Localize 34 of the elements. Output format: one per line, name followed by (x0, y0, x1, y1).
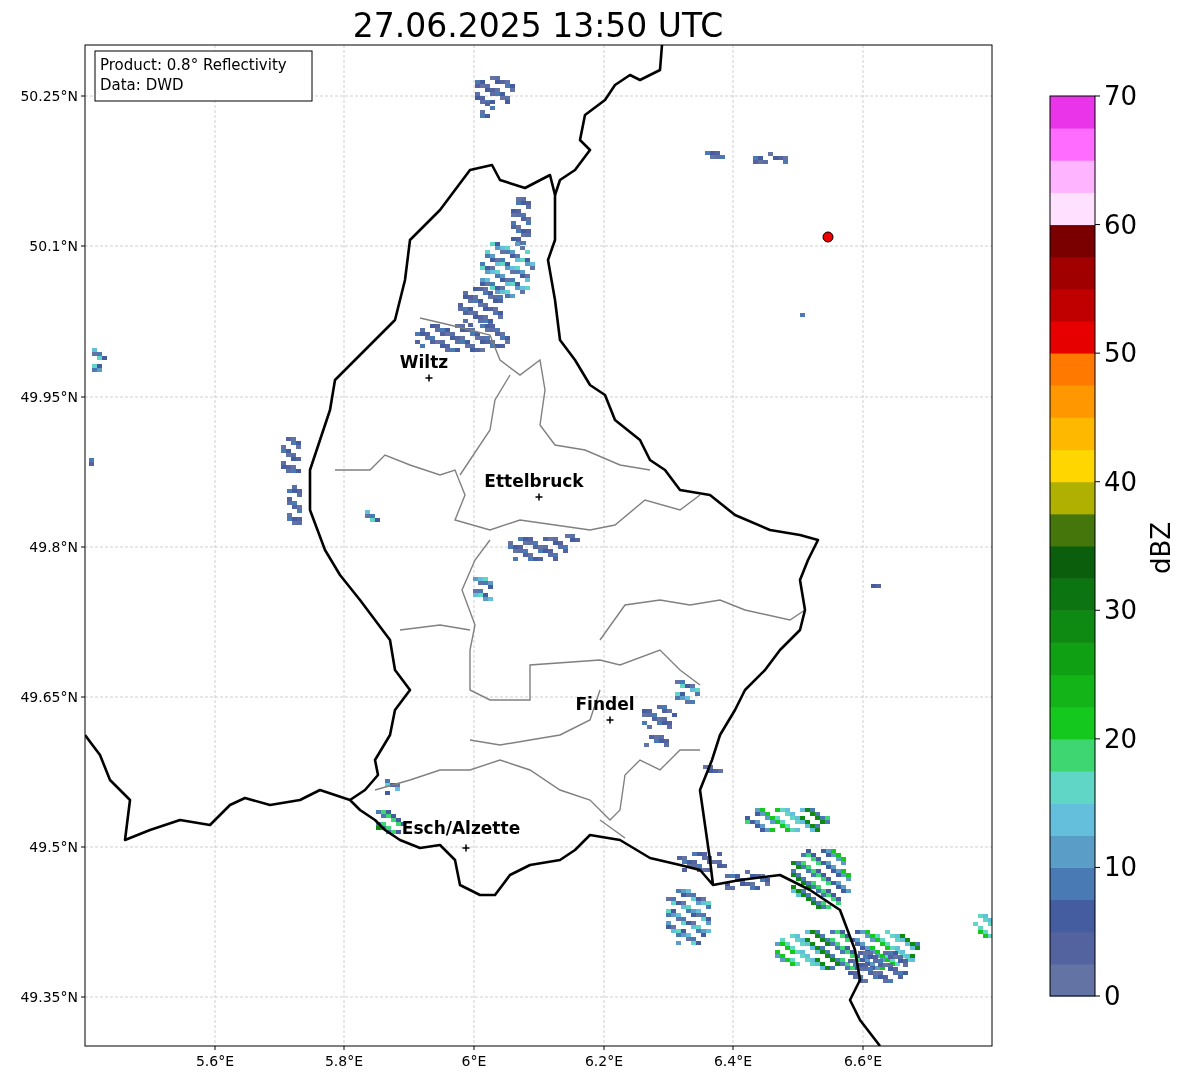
longitude-tick-label: 6.4°E (713, 1053, 753, 1069)
latitude-tick-label: 50.1°N (29, 238, 78, 254)
latitude-tick-label: 50.25°N (20, 88, 78, 104)
colorbar-tick-label: 40 (1104, 466, 1138, 497)
colorbar-tick-label: 70 (1104, 81, 1138, 111)
latitude-tick-label: 49.5°N (29, 839, 78, 855)
longitude-tick-label: 6°E (461, 1053, 487, 1069)
colorbar-tick-label: 0 (1104, 981, 1121, 1011)
city-marker-icon (534, 492, 544, 502)
longitude-tick-label: 5.8°E (324, 1053, 364, 1069)
colorbar-tick-label: 50 (1104, 338, 1138, 369)
city-marker-icon (461, 843, 471, 853)
colorbar-tick-label: 60 (1104, 209, 1138, 240)
latitude-tick-label: 49.65°N (20, 689, 78, 705)
colorbar-label: dBZ (1146, 521, 1176, 575)
radar-site-marker (822, 231, 834, 243)
longitude-tick-label: 5.6°E (195, 1053, 235, 1069)
info-text: Data: DWD (100, 76, 184, 94)
latitude-tick-label: 49.8°N (29, 539, 78, 555)
longitude-tick-label: 6.6°E (843, 1053, 883, 1069)
chart-title: 27.06.2025 13:50 UTC (352, 6, 724, 45)
colorbar-tick-label: 20 (1104, 723, 1138, 754)
city-marker-icon (424, 373, 434, 383)
latitude-tick-label: 49.35°N (20, 989, 78, 1005)
city-label: Ettelbruck (484, 471, 584, 491)
longitude-tick-label: 6.2°E (584, 1053, 624, 1069)
info-text: Product: 0.8° Reflectivity (100, 56, 287, 74)
colorbar-tick-label: 10 (1104, 852, 1138, 883)
city-label: Esch/Alzette (401, 818, 521, 838)
latitude-tick-label: 49.95°N (20, 389, 78, 405)
colorbar-tick-label: 30 (1104, 595, 1138, 626)
city-label: Wiltz (399, 352, 449, 372)
city-marker-icon (605, 715, 615, 725)
city-label: Findel (575, 694, 635, 714)
